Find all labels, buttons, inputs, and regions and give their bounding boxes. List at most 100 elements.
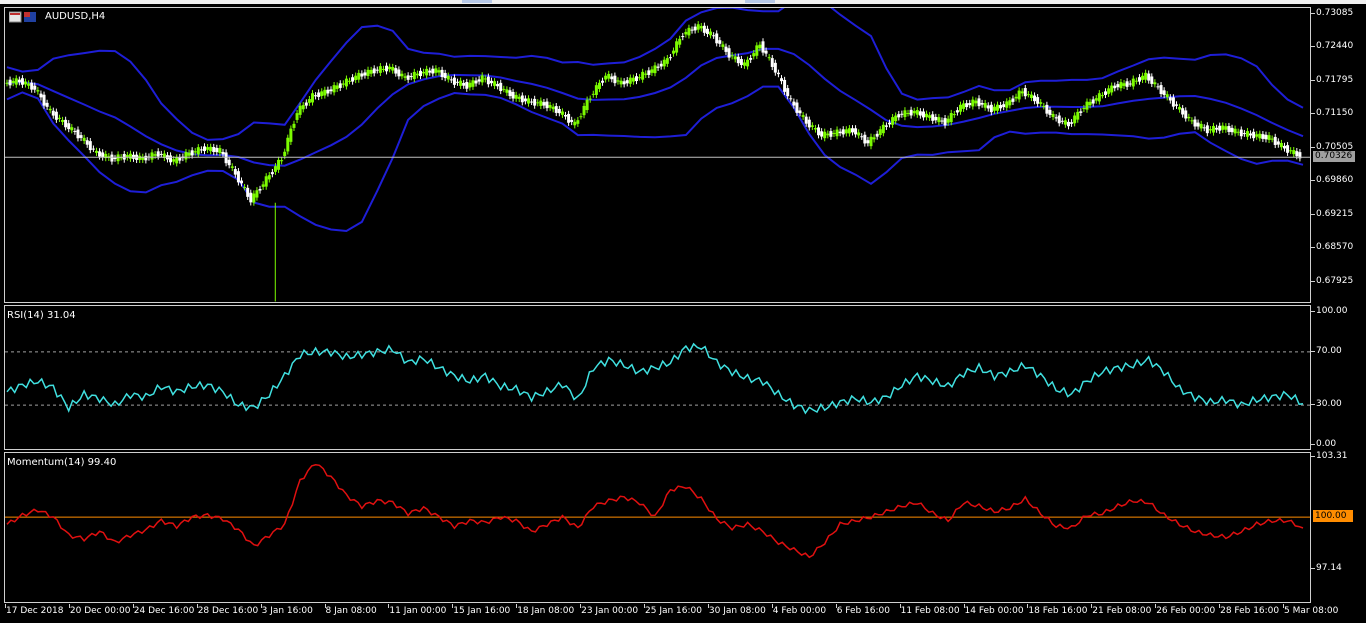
candle-body	[693, 26, 697, 31]
candle-body	[400, 73, 404, 77]
candle-body	[483, 78, 487, 80]
candle-body	[1122, 83, 1126, 86]
momentum-axis-label: 97.14	[1316, 563, 1342, 573]
candle-body	[1100, 95, 1104, 97]
price-chart-svg	[5, 8, 1310, 302]
candle-body	[1282, 145, 1286, 149]
candle-body	[1156, 86, 1160, 88]
candle-body	[1088, 101, 1092, 106]
candle-body	[452, 77, 456, 85]
candle-body	[786, 88, 790, 97]
candle-body	[1079, 111, 1083, 113]
candle-body	[329, 89, 333, 92]
candle-body	[576, 120, 580, 124]
candle-body	[1221, 125, 1225, 130]
candle-body	[335, 85, 339, 89]
candle-body	[45, 102, 49, 107]
candle-body	[690, 29, 694, 31]
candle-body	[996, 104, 1000, 111]
candle-body	[323, 89, 327, 96]
candle-body	[1002, 104, 1006, 108]
candle-body	[1245, 131, 1249, 137]
time-axis-label: 28 Dec 16:00	[197, 606, 259, 616]
time-axis-label: 18 Feb 16:00	[1028, 606, 1088, 616]
tab-indicator[interactable]	[745, 0, 775, 3]
candle-body	[1227, 126, 1231, 132]
candle-body	[872, 137, 876, 140]
candle-body	[958, 104, 962, 112]
momentum-axis-tick	[1311, 568, 1315, 569]
candle-body	[1137, 77, 1141, 82]
candle-body	[523, 98, 527, 102]
candle-body	[776, 72, 780, 75]
candle-body	[206, 147, 210, 150]
candle-body	[875, 133, 879, 137]
candle-body	[153, 154, 157, 156]
candle-body	[508, 90, 512, 97]
candle-body	[1110, 85, 1114, 93]
candle-body	[817, 127, 821, 136]
candle-body	[866, 140, 870, 144]
candle-body	[1011, 98, 1015, 102]
price-axis-label: 0.69860	[1316, 175, 1354, 186]
candle-body	[801, 115, 805, 117]
candle-body	[564, 115, 568, 117]
candle-body	[1131, 78, 1135, 87]
candle-body	[758, 44, 762, 49]
candle-body	[638, 77, 642, 79]
candle-body	[394, 68, 398, 74]
candle-body	[780, 78, 784, 82]
candle-body	[752, 53, 756, 57]
rsi-axis: 100.00 70.00 30.00 0.00	[1311, 305, 1366, 450]
tab-indicator[interactable]	[462, 0, 492, 3]
candle-body	[931, 114, 935, 121]
candle-body	[789, 98, 793, 100]
time-axis-label: 5 Mar 08:00	[1284, 606, 1339, 616]
candle-body	[1063, 120, 1067, 125]
candle-body	[30, 82, 34, 90]
candle-body	[850, 128, 854, 133]
time-axis: 17 Dec 2018 20 Dec 00:00 24 Dec 16:00 28 De…	[0, 604, 1366, 623]
momentum-label: Momentum(14) 99.40	[7, 457, 117, 468]
candle-body	[295, 113, 299, 120]
candle-body	[372, 68, 376, 74]
window-top-strip	[0, 0, 1366, 4]
time-axis-label: 14 Feb 00:00	[964, 606, 1024, 616]
window-menu-icon[interactable]	[8, 11, 39, 26]
candle-body	[409, 75, 413, 78]
price-axis-label: 0.67925	[1316, 275, 1354, 286]
rsi-panel[interactable]: RSI(14) 31.04	[4, 305, 1311, 450]
candle-body	[98, 151, 102, 157]
candle-body	[434, 68, 438, 73]
candle-body	[526, 98, 530, 104]
candle-body	[199, 149, 203, 151]
candle-body	[301, 105, 305, 110]
time-axis-label: 17 Dec 2018	[6, 606, 64, 616]
candle-body	[144, 155, 148, 161]
candle-body	[187, 152, 191, 156]
momentum-axis-label: 103.31	[1316, 451, 1348, 461]
candle-body	[418, 70, 422, 77]
candle-body	[1193, 119, 1197, 127]
price-axis-tick	[1311, 12, 1315, 14]
momentum-axis: 103.31 97.14	[1311, 451, 1366, 603]
rsi-axis-tick	[1311, 350, 1315, 352]
candle-body	[696, 24, 700, 30]
candle-body	[1208, 129, 1212, 131]
candle-body	[366, 69, 370, 77]
candle-body	[51, 110, 55, 116]
candle-body	[724, 46, 728, 52]
candle-body	[952, 114, 956, 116]
candle-body	[573, 121, 577, 126]
momentum-panel[interactable]: Momentum(14) 99.40	[4, 452, 1311, 603]
price-panel[interactable]: AUDUSD,H4	[4, 7, 1311, 303]
candle-body	[1023, 88, 1027, 97]
candle-body	[604, 75, 608, 80]
candle-body	[474, 80, 478, 84]
candle-body	[422, 71, 426, 74]
candle-body	[1042, 106, 1046, 108]
candle-body	[665, 58, 669, 64]
candle-body	[1249, 133, 1253, 136]
candle-body	[863, 134, 867, 144]
candle-body	[1267, 135, 1271, 140]
